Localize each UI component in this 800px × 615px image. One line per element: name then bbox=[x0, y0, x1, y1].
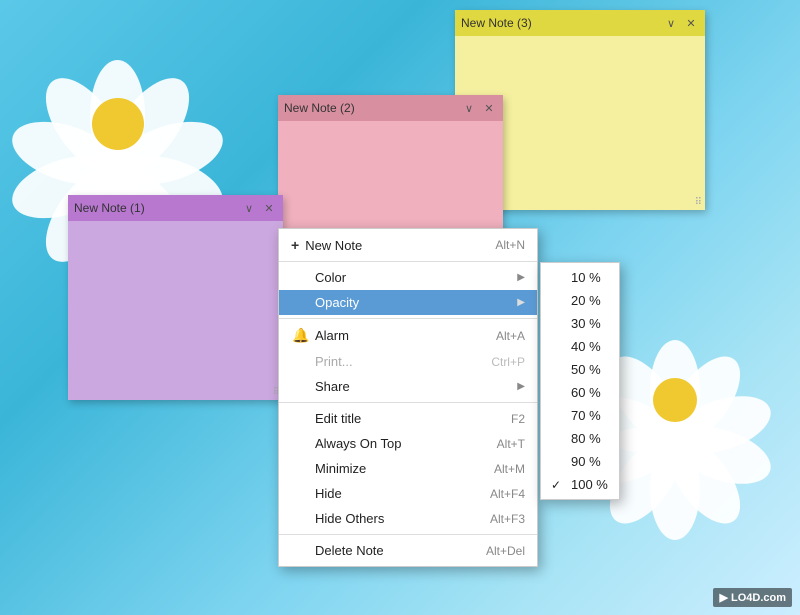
note-2-title: New Note (2) bbox=[284, 101, 355, 115]
opacity-label: 40 % bbox=[571, 339, 601, 354]
opacity-item-op-10[interactable]: 10 % bbox=[541, 266, 619, 289]
delete-note-label: Delete Note bbox=[315, 543, 466, 558]
new-note-label: New Note bbox=[305, 238, 475, 253]
opacity-item-op-90[interactable]: 90 % bbox=[541, 450, 619, 473]
separator-4 bbox=[279, 534, 537, 535]
color-arrow-icon: ▶ bbox=[517, 272, 525, 283]
separator-3 bbox=[279, 402, 537, 403]
menu-item-delete-note[interactable]: Delete Note Alt+Del bbox=[279, 538, 537, 563]
new-note-shortcut: Alt+N bbox=[495, 238, 525, 252]
opacity-check-icon: ✓ bbox=[551, 478, 567, 492]
opacity-label: 10 % bbox=[571, 270, 601, 285]
opacity-label: 90 % bbox=[571, 454, 601, 469]
hide-shortcut: Alt+F4 bbox=[490, 487, 525, 501]
opacity-label: 100 % bbox=[571, 477, 608, 492]
note-1-minimize-btn[interactable]: ∨ bbox=[241, 200, 257, 216]
menu-item-hide-others[interactable]: Hide Others Alt+F3 bbox=[279, 506, 537, 531]
opacity-item-op-20[interactable]: 20 % bbox=[541, 289, 619, 312]
menu-item-minimize[interactable]: Minimize Alt+M bbox=[279, 456, 537, 481]
watermark: ▶ LO4D.com bbox=[713, 588, 792, 607]
always-on-top-label: Always On Top bbox=[315, 436, 477, 451]
opacity-label: 50 % bbox=[571, 362, 601, 377]
opacity-submenu: 10 % 20 % 30 % 40 % 50 % 60 % 70 % 80 % 90 % ✓ 100… bbox=[540, 262, 620, 500]
note-1-body bbox=[68, 221, 283, 400]
note-1-titlebar: New Note (1) ∨ ✕ bbox=[68, 195, 283, 221]
note-1-close-btn[interactable]: ✕ bbox=[261, 200, 277, 216]
edit-title-shortcut: F2 bbox=[511, 412, 525, 426]
opacity-label: 20 % bbox=[571, 293, 601, 308]
note-3-buttons: ∨ ✕ bbox=[663, 15, 699, 31]
note-1: New Note (1) ∨ ✕ ⠿ bbox=[68, 195, 283, 400]
share-label: Share bbox=[315, 379, 517, 394]
opacity-item-op-50[interactable]: 50 % bbox=[541, 358, 619, 381]
menu-item-print: Print... Ctrl+P bbox=[279, 349, 537, 374]
separator-2 bbox=[279, 318, 537, 319]
separator-1 bbox=[279, 261, 537, 262]
delete-note-shortcut: Alt+Del bbox=[486, 544, 525, 558]
note-3-titlebar: New Note (3) ∨ ✕ bbox=[455, 10, 705, 36]
alarm-label: Alarm bbox=[315, 328, 476, 343]
opacity-label: 80 % bbox=[571, 431, 601, 446]
note-1-buttons: ∨ ✕ bbox=[241, 200, 277, 216]
note-3-close-btn[interactable]: ✕ bbox=[683, 15, 699, 31]
hide-others-shortcut: Alt+F3 bbox=[490, 512, 525, 526]
menu-item-always-on-top[interactable]: Always On Top Alt+T bbox=[279, 431, 537, 456]
opacity-arrow-icon: ▶ bbox=[517, 297, 525, 308]
alarm-icon: 🔔 bbox=[291, 327, 311, 344]
menu-item-edit-title[interactable]: Edit title F2 bbox=[279, 406, 537, 431]
print-label: Print... bbox=[315, 354, 471, 369]
note-3-minimize-btn[interactable]: ∨ bbox=[663, 15, 679, 31]
menu-item-new-note[interactable]: + New Note Alt+N bbox=[279, 232, 537, 258]
opacity-label: 60 % bbox=[571, 385, 601, 400]
hide-label: Hide bbox=[315, 486, 470, 501]
note-2-minimize-btn[interactable]: ∨ bbox=[461, 100, 477, 116]
opacity-item-op-60[interactable]: 60 % bbox=[541, 381, 619, 404]
opacity-item-op-70[interactable]: 70 % bbox=[541, 404, 619, 427]
hide-others-label: Hide Others bbox=[315, 511, 470, 526]
note-2-buttons: ∨ ✕ bbox=[461, 100, 497, 116]
menu-item-opacity[interactable]: Opacity ▶ bbox=[279, 290, 537, 315]
note-1-title: New Note (1) bbox=[74, 201, 145, 215]
minimize-shortcut: Alt+M bbox=[494, 462, 525, 476]
always-on-top-shortcut: Alt+T bbox=[497, 437, 525, 451]
note-2-titlebar: New Note (2) ∨ ✕ bbox=[278, 95, 503, 121]
color-label: Color bbox=[315, 270, 517, 285]
opacity-item-op-40[interactable]: 40 % bbox=[541, 335, 619, 358]
minimize-label: Minimize bbox=[315, 461, 474, 476]
menu-item-share[interactable]: Share ▶ bbox=[279, 374, 537, 399]
menu-item-color[interactable]: Color ▶ bbox=[279, 265, 537, 290]
opacity-item-op-100[interactable]: ✓ 100 % bbox=[541, 473, 619, 496]
new-note-plus-icon: + bbox=[291, 237, 299, 253]
menu-item-alarm[interactable]: 🔔 Alarm Alt+A bbox=[279, 322, 537, 349]
opacity-item-op-80[interactable]: 80 % bbox=[541, 427, 619, 450]
share-arrow-icon: ▶ bbox=[517, 381, 525, 392]
note-2-close-btn[interactable]: ✕ bbox=[481, 100, 497, 116]
menu-item-hide[interactable]: Hide Alt+F4 bbox=[279, 481, 537, 506]
context-menu: + New Note Alt+N Color ▶ Opacity ▶ 🔔 Ala… bbox=[278, 228, 538, 567]
opacity-item-op-30[interactable]: 30 % bbox=[541, 312, 619, 335]
alarm-shortcut: Alt+A bbox=[496, 329, 525, 343]
opacity-label: 30 % bbox=[571, 316, 601, 331]
note-3-title: New Note (3) bbox=[461, 16, 532, 30]
edit-title-label: Edit title bbox=[315, 411, 491, 426]
opacity-label: 70 % bbox=[571, 408, 601, 423]
note-3-resize[interactable]: ⠿ bbox=[695, 197, 702, 208]
print-shortcut: Ctrl+P bbox=[491, 355, 525, 369]
opacity-label: Opacity bbox=[315, 295, 517, 310]
